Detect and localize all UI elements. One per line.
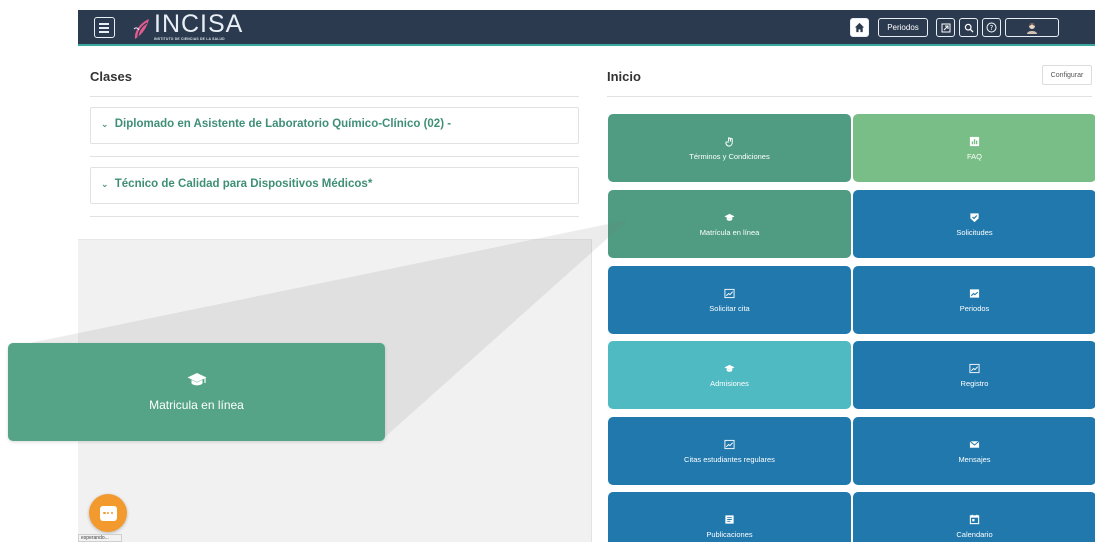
status-chip: esperando... (78, 534, 122, 542)
chat-button[interactable] (89, 494, 127, 532)
zoom-callout-matricula[interactable]: Matricula en línea (8, 343, 385, 441)
zoom-callout-label: Matricula en línea (149, 398, 244, 412)
zoom-highlight-beam (30, 220, 628, 437)
chat-bubble-icon (99, 505, 117, 521)
graduation-cap-icon (187, 373, 206, 386)
